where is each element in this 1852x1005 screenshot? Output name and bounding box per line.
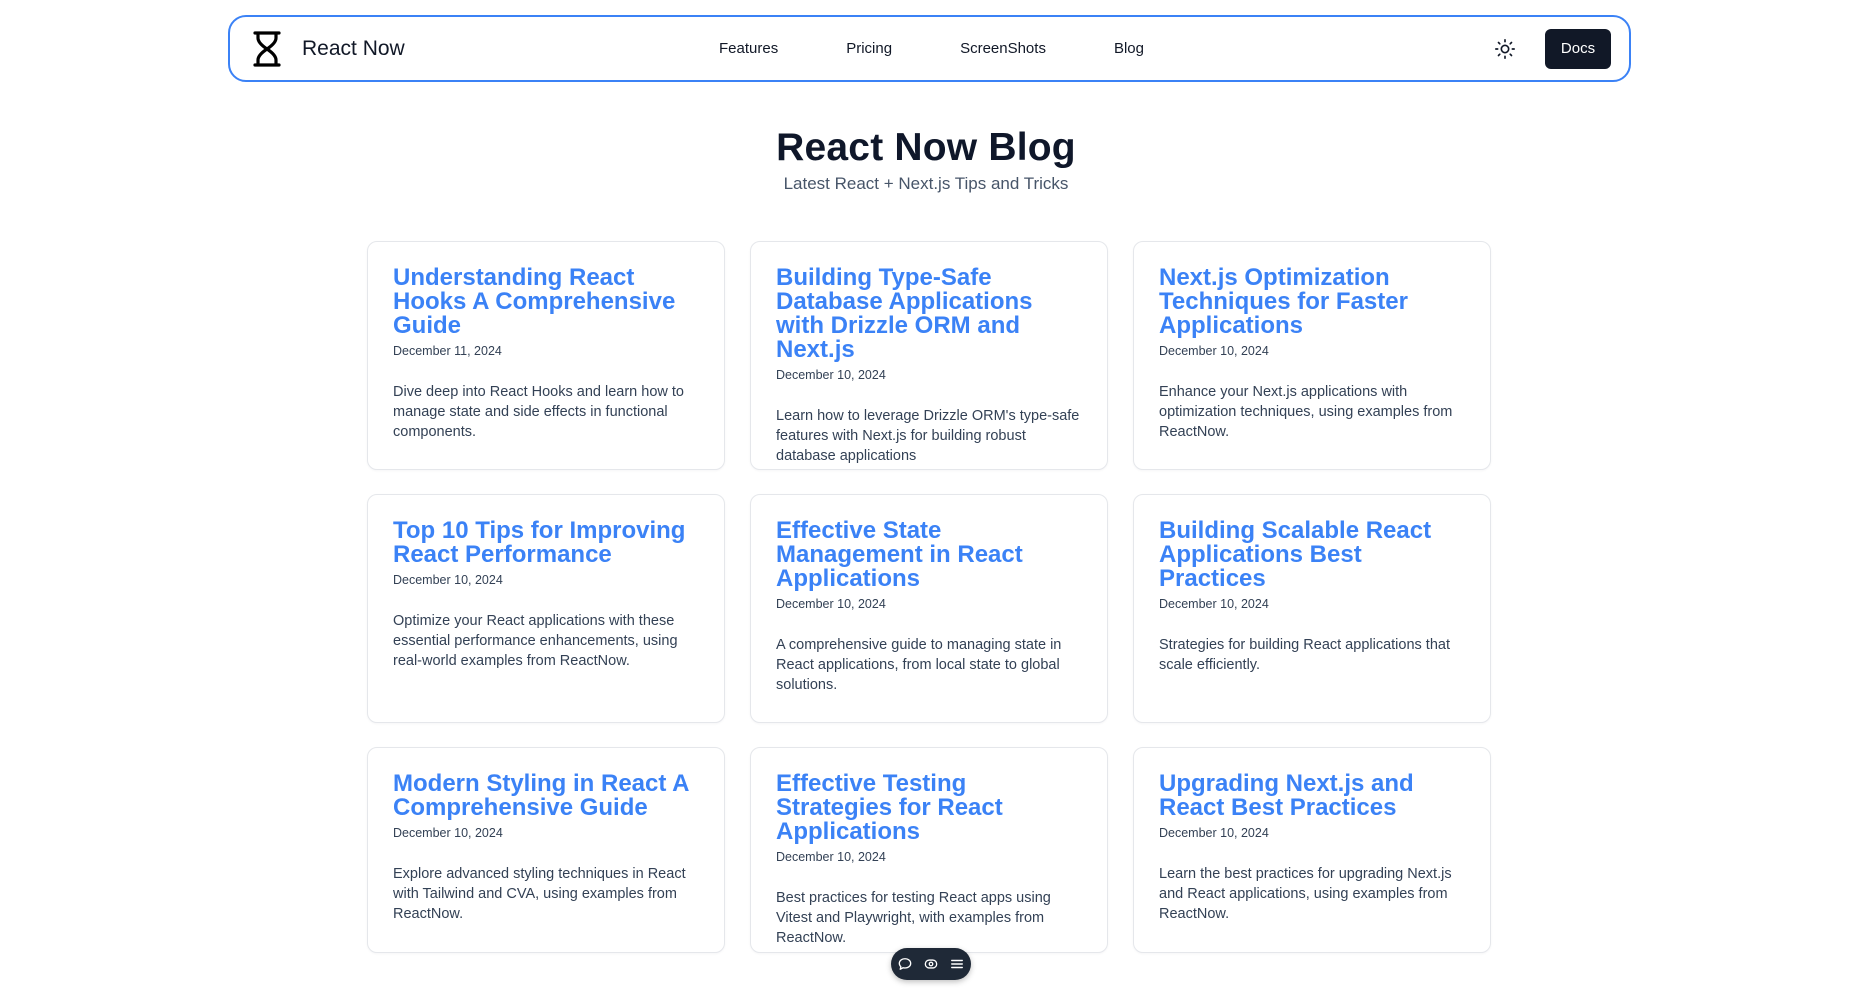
page: React Now Features Pricing ScreenShots B…	[0, 0, 1852, 1005]
hourglass-icon	[250, 29, 284, 69]
blog-post-card: Upgrading Next.js and React Best Practic…	[1133, 747, 1491, 953]
blog-post-description: Strategies for building React applicatio…	[1159, 637, 1450, 673]
blog-post-card: Modern Styling in React A Comprehensive …	[367, 747, 725, 953]
blog-post-title-link[interactable]: Next.js Optimization Techniques for Fast…	[1159, 266, 1466, 338]
eye-icon[interactable]	[923, 956, 939, 972]
blog-post-title-link[interactable]: Top 10 Tips for Improving React Performa…	[393, 519, 700, 567]
blog-post-grid: Understanding React Hooks A Comprehensiv…	[367, 241, 1491, 953]
floating-toolbar	[891, 948, 971, 980]
blog-post-card: Effective State Management in React Appl…	[750, 494, 1108, 723]
nav-link-features[interactable]: Features	[719, 40, 778, 57]
blog-post-description: Dive deep into React Hooks and learn how…	[393, 384, 684, 440]
blog-post-card: Effective Testing Strategies for React A…	[750, 747, 1108, 953]
chat-icon[interactable]	[897, 956, 913, 972]
blog-post-title-link[interactable]: Modern Styling in React A Comprehensive …	[393, 772, 700, 820]
blog-post-card: Building Scalable React Applications Bes…	[1133, 494, 1491, 723]
nav-link-screenshots[interactable]: ScreenShots	[960, 40, 1046, 57]
blog-post-description: Learn the best practices for upgrading N…	[1159, 866, 1452, 922]
nav-link-pricing[interactable]: Pricing	[846, 40, 892, 57]
page-subtitle: Latest React + Next.js Tips and Tricks	[783, 174, 1069, 193]
blog-post-title-link[interactable]: Effective State Management in React Appl…	[776, 519, 1083, 591]
sun-icon[interactable]	[1491, 35, 1519, 63]
nav-link-blog[interactable]: Blog	[1114, 40, 1144, 57]
blog-post-title-link[interactable]: Building Scalable React Applications Bes…	[1159, 519, 1466, 591]
brand-name: React Now	[302, 36, 405, 60]
blog-post-date: December 11, 2024	[393, 344, 502, 358]
blog-post-date: December 10, 2024	[776, 368, 886, 382]
blog-post-description: Enhance your Next.js applications with o…	[1159, 384, 1453, 440]
page-title: React Now Blog	[776, 126, 1076, 169]
blog-post-title-link[interactable]: Building Type-Safe Database Applications…	[776, 266, 1083, 362]
blog-header: React Now Blog Latest React + Next.js Ti…	[0, 126, 1852, 194]
blog-post-title-link[interactable]: Understanding React Hooks A Comprehensiv…	[393, 266, 700, 338]
nav-links: Features Pricing ScreenShots Blog	[230, 17, 1629, 80]
blog-post-description: Learn how to leverage Drizzle ORM's type…	[776, 408, 1080, 464]
blog-post-date: December 10, 2024	[1159, 597, 1269, 611]
docs-button[interactable]: Docs	[1545, 28, 1611, 69]
blog-post-card: Understanding React Hooks A Comprehensiv…	[367, 241, 725, 470]
blog-post-title-link[interactable]: Effective Testing Strategies for React A…	[776, 772, 1083, 844]
blog-post-date: December 10, 2024	[393, 826, 503, 840]
blog-post-card: Top 10 Tips for Improving React Performa…	[367, 494, 725, 723]
blog-post-description: Best practices for testing React apps us…	[776, 890, 1051, 946]
blog-post-title-link[interactable]: Upgrading Next.js and React Best Practic…	[1159, 772, 1466, 820]
blog-post-description: Explore advanced styling techniques in R…	[393, 866, 686, 922]
blog-post-card: Next.js Optimization Techniques for Fast…	[1133, 241, 1491, 470]
blog-post-description: A comprehensive guide to managing state …	[776, 637, 1062, 693]
brand[interactable]: React Now	[250, 29, 405, 69]
nav-actions: Docs	[1491, 28, 1611, 69]
blog-post-card: Building Type-Safe Database Applications…	[750, 241, 1108, 470]
blog-post-description: Optimize your React applications with th…	[393, 613, 678, 669]
navbar: React Now Features Pricing ScreenShots B…	[228, 15, 1631, 82]
blog-post-date: December 10, 2024	[776, 850, 886, 864]
blog-post-date: December 10, 2024	[776, 597, 886, 611]
blog-post-date: December 10, 2024	[1159, 344, 1269, 358]
blog-post-date: December 10, 2024	[393, 573, 503, 587]
menu-icon[interactable]	[949, 956, 965, 972]
blog-post-date: December 10, 2024	[1159, 826, 1269, 840]
